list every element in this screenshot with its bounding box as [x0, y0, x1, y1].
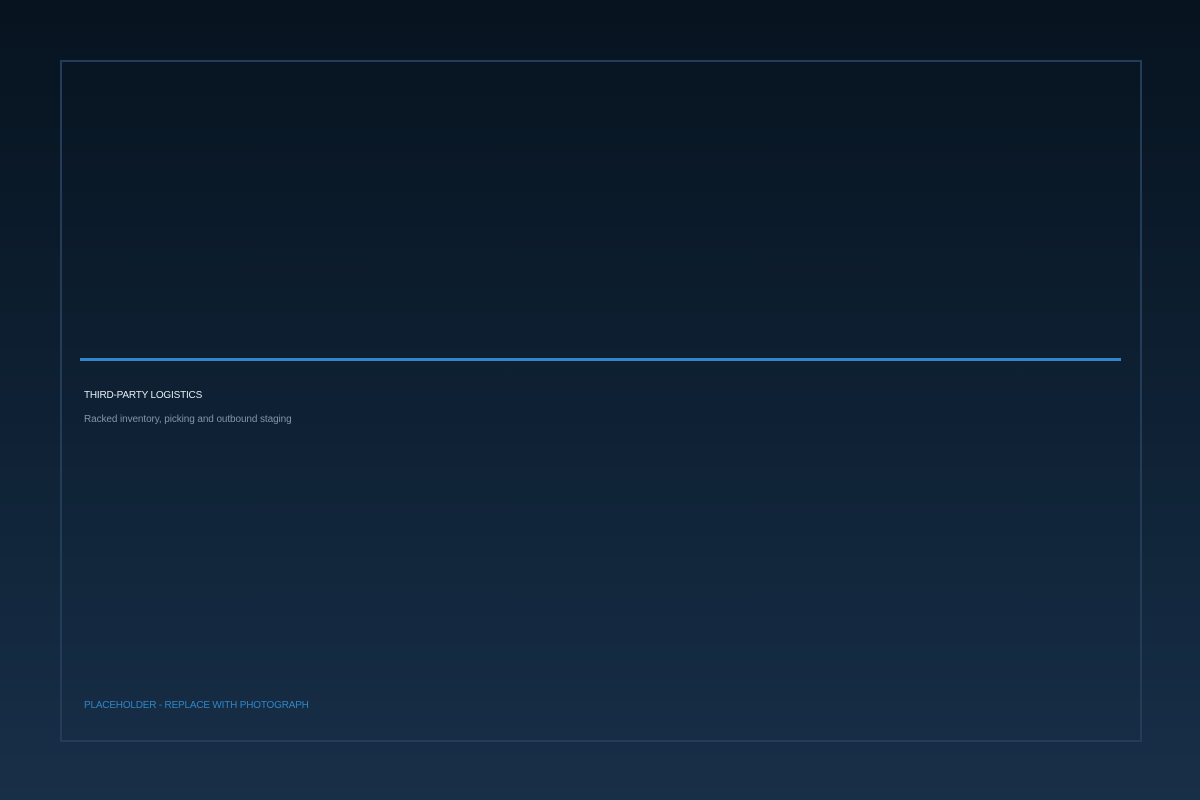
- accent-divider: [80, 358, 1121, 361]
- card-subtitle: Racked inventory, picking and outbound s…: [84, 414, 292, 425]
- card-title: THIRD-PARTY LOGISTICS: [84, 390, 203, 401]
- image-placeholder-frame: [60, 60, 1142, 742]
- placeholder-note: PLACEHOLDER - REPLACE WITH PHOTOGRAPH: [84, 700, 309, 711]
